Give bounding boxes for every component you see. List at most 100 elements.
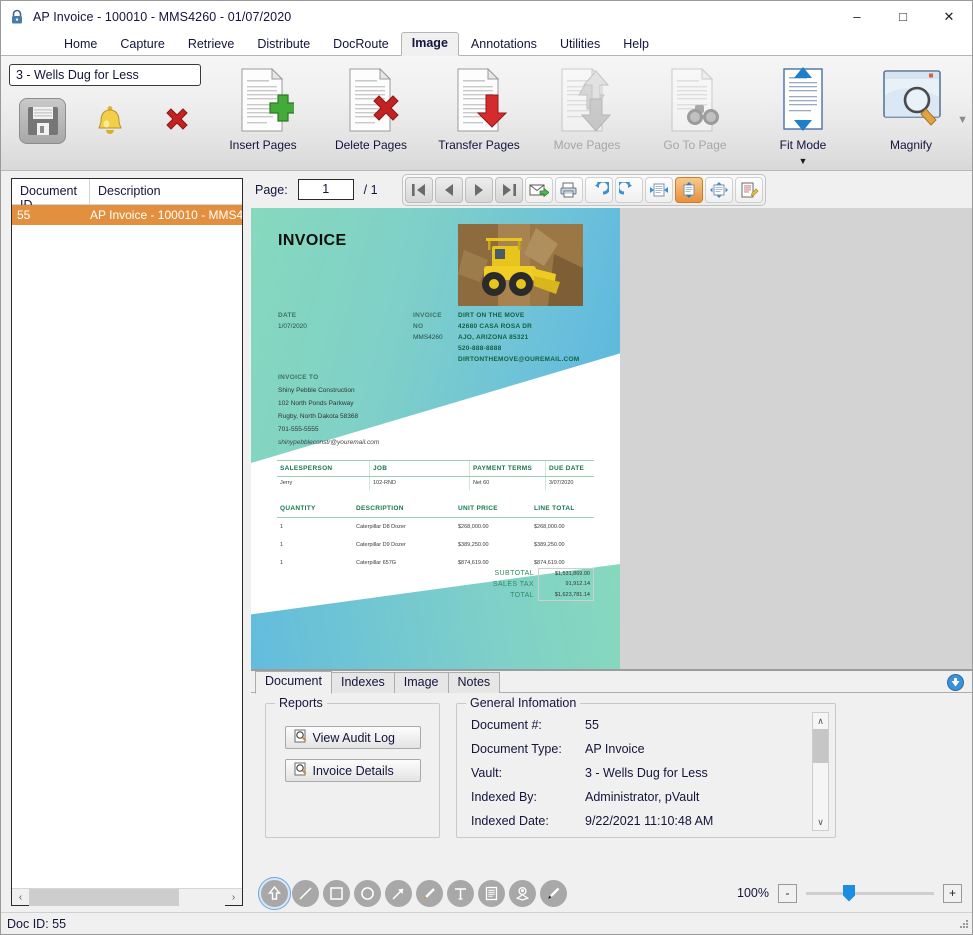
bell-icon xyxy=(98,106,122,134)
sticky-note-tool[interactable] xyxy=(478,879,505,907)
text-tool[interactable] xyxy=(447,879,474,907)
vault-selector[interactable]: 3 - Wells Dug for Less xyxy=(9,64,201,86)
totals-row-subtotal: SUBTOTAL $1,531,869.00 xyxy=(476,568,594,579)
details-tab-bar: Document Indexes Image Notes xyxy=(251,671,972,694)
rotate-right-button[interactable] xyxy=(614,176,643,203)
resize-grip-icon[interactable] xyxy=(957,918,969,930)
bill-to-street: 102 North Ponds Parkway xyxy=(278,400,354,407)
fit-mode-button[interactable]: Fit Mode ▼ xyxy=(749,64,857,166)
move-pages-button[interactable]: Move Pages xyxy=(533,64,641,152)
page-number-input[interactable]: 1 xyxy=(297,179,354,200)
fit-height-button[interactable] xyxy=(674,176,703,203)
annotation-toolbar: 100% - + xyxy=(251,874,972,912)
annotate-button[interactable] xyxy=(734,176,763,203)
zoom-in-button[interactable]: + xyxy=(943,883,962,903)
save-button[interactable] xyxy=(19,98,67,144)
vscroll-track[interactable] xyxy=(813,729,828,814)
viewer-pane: Page: 1 / 1 INVOICE DATE 1/07/2020 INVOI… xyxy=(251,171,972,912)
minimize-button[interactable]: – xyxy=(834,1,880,32)
invoice-date-label: DATE xyxy=(278,312,297,319)
document-list-hscrollbar[interactable]: ‹ › xyxy=(12,888,242,906)
menu-tab-docroute[interactable]: DocRoute xyxy=(322,33,400,56)
page-plus-icon xyxy=(232,64,294,136)
invoice-details-button[interactable]: Invoice Details xyxy=(284,759,421,782)
cell-description: Caterpillar 657G xyxy=(356,560,397,566)
value-due-date: 3/07/2020 xyxy=(549,480,574,486)
scroll-down-icon[interactable]: ∨ xyxy=(813,814,828,830)
table-row[interactable]: 55 AP Invoice - 100010 - MMS4260 - 01/07… xyxy=(12,205,242,225)
magnify-button[interactable]: Magnify xyxy=(857,64,965,152)
select-arrow-tool[interactable] xyxy=(258,876,291,910)
diagonal-arrow-icon xyxy=(392,887,404,900)
zoom-slider[interactable] xyxy=(806,884,934,902)
delete-pages-button[interactable]: Delete Pages xyxy=(317,64,425,152)
magnifier-page-icon xyxy=(294,762,308,779)
details-panel: Document Indexes Image Notes Reports Vie… xyxy=(251,669,972,874)
image-viewer[interactable]: INVOICE DATE 1/07/2020 INVOICE NO MMS426… xyxy=(251,208,972,669)
rectangle-tool[interactable] xyxy=(323,879,350,907)
cell-unit-price: $268,000.00 xyxy=(458,524,489,530)
menu-tab-distribute[interactable]: Distribute xyxy=(246,33,321,56)
menu-tab-image[interactable]: Image xyxy=(400,32,459,56)
ellipse-tool[interactable] xyxy=(354,879,381,907)
value-vault: 3 - Wells Dug for Less xyxy=(585,766,708,780)
menu-tab-capture[interactable]: Capture xyxy=(109,33,175,56)
fit-width-button[interactable] xyxy=(644,176,673,203)
menu-tab-utilities[interactable]: Utilities xyxy=(549,33,611,56)
transfer-pages-button[interactable]: Transfer Pages xyxy=(425,64,533,152)
tab-indexes[interactable]: Indexes xyxy=(330,672,395,693)
previous-page-button[interactable] xyxy=(434,176,463,203)
tab-document[interactable]: Document xyxy=(255,671,332,694)
delete-button[interactable] xyxy=(154,98,201,144)
invoice-totals: SUBTOTAL $1,531,869.00 SALES TAX 91,912.… xyxy=(476,568,594,601)
menu-tab-annotations[interactable]: Annotations xyxy=(460,33,548,56)
hscroll-thumb[interactable] xyxy=(29,888,179,906)
rotate-left-button[interactable] xyxy=(584,176,613,203)
close-button[interactable]: ✕ xyxy=(926,1,972,32)
column-header-description[interactable]: Description xyxy=(90,179,242,204)
menu-tab-help[interactable]: Help xyxy=(612,33,660,56)
column-header-document-id[interactable]: Document ID xyxy=(12,179,90,212)
vscroll-thumb[interactable] xyxy=(813,729,828,763)
application-window: AP Invoice - 100010 - MMS4260 - 01/07/20… xyxy=(0,0,973,935)
scroll-right-icon[interactable]: › xyxy=(225,892,242,903)
row-description: AP Invoice - 100010 - MMS4260 - 01/07/20… xyxy=(90,208,242,222)
tab-notes[interactable]: Notes xyxy=(447,672,501,693)
fit-page-button[interactable] xyxy=(704,176,733,203)
tab-image[interactable]: Image xyxy=(393,672,449,693)
insert-pages-button[interactable]: Insert Pages xyxy=(209,64,317,152)
scroll-left-icon[interactable]: ‹ xyxy=(12,892,29,903)
stamp-tool[interactable] xyxy=(509,879,536,907)
value-document-number: 55 xyxy=(585,718,599,732)
first-page-button[interactable] xyxy=(404,176,433,203)
go-to-page-button[interactable]: Go To Page xyxy=(641,64,749,152)
notify-button[interactable] xyxy=(86,98,133,144)
hscroll-track[interactable] xyxy=(29,888,225,906)
quick-action-buttons xyxy=(9,98,201,144)
last-page-button[interactable] xyxy=(494,176,523,203)
zoom-slider-thumb[interactable] xyxy=(843,884,855,902)
collapse-down-icon[interactable] xyxy=(947,674,964,691)
general-information-fields: Document #: 55 Document Type: AP Invoice… xyxy=(471,718,807,833)
header-line-total: LINE TOTAL xyxy=(534,505,575,512)
maximize-button[interactable]: □ xyxy=(880,1,926,32)
details-tab-body: Reports View Audit Log Invoice Details G… xyxy=(251,693,972,874)
ribbon-overflow-caret[interactable]: ▼ xyxy=(957,114,968,126)
line-tool[interactable] xyxy=(292,879,319,907)
chevron-down-icon[interactable]: ▼ xyxy=(799,156,808,166)
general-information-scrollbar[interactable]: ∧ ∨ xyxy=(812,712,829,831)
stamp-icon xyxy=(515,886,530,901)
next-page-button[interactable] xyxy=(464,176,493,203)
email-button[interactable] xyxy=(524,176,553,203)
menu-tab-retrieve[interactable]: Retrieve xyxy=(177,33,246,56)
view-audit-log-button[interactable]: View Audit Log xyxy=(284,726,421,749)
arrow-tool[interactable] xyxy=(385,879,412,907)
scroll-up-icon[interactable]: ∧ xyxy=(813,713,828,729)
menu-tab-bar: Home Capture Retrieve Distribute DocRout… xyxy=(1,32,972,56)
menu-tab-home[interactable]: Home xyxy=(53,33,108,56)
field-indexed-date: Indexed Date: 9/22/2021 11:10:48 AM xyxy=(471,814,807,833)
highlighter-tool[interactable] xyxy=(416,879,443,907)
print-button[interactable] xyxy=(554,176,583,203)
redact-tool[interactable] xyxy=(540,879,567,907)
zoom-out-button[interactable]: - xyxy=(778,883,797,903)
